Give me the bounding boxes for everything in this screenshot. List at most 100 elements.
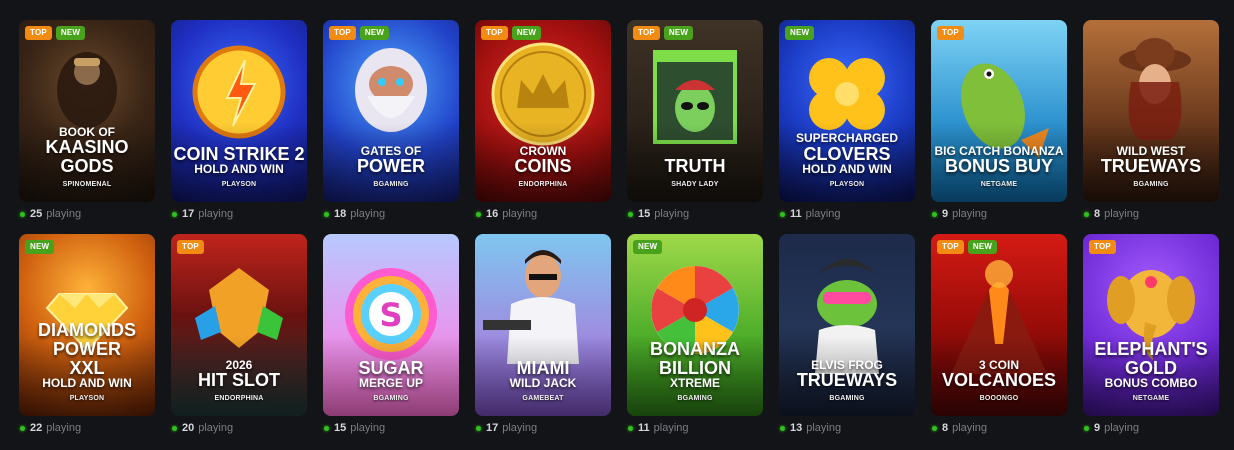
game-tile-elephants-gold[interactable]: TOP ELEPHANT'S GOLD BONUS COMBO NETGAME 9 play… [1083, 234, 1219, 448]
game-title-line: BILLION [659, 357, 731, 378]
game-card-thumbnail[interactable]: TOP NEW CROWN COINS ENDORPHINA [475, 20, 611, 202]
badge-group: TOP [937, 26, 964, 40]
game-title-line: XTREME [669, 376, 720, 391]
game-title-line: TRUTH [664, 156, 726, 177]
game-tile-bonanza-billion-xtreme[interactable]: NEW BONANZA BILLION XTREME BGAMING 11 playing [627, 234, 763, 448]
game-card-thumbnail[interactable]: NEW DIAMONDS POWER XXL HOLD AND WIN PLAYSON [19, 234, 155, 416]
top-badge: TOP [25, 26, 52, 40]
game-card-thumbnail[interactable]: TOP NEW TRUTH SHADY LADY [627, 20, 763, 202]
game-tile-book-of-kaasino-gods[interactable]: TOP NEW BOOK OF KAASINO GODS SPINOMENAL 25 play… [19, 20, 155, 234]
playing-label: playing [1104, 208, 1139, 220]
players-online: 13 playing [780, 422, 841, 434]
game-title-line: TRUEWAYS [1100, 156, 1202, 177]
provider-name: BGAMING [1133, 181, 1169, 188]
game-title-line: BONUS COMBO [1104, 376, 1198, 391]
new-badge: NEW [967, 240, 998, 254]
player-count: 11 [638, 422, 650, 434]
new-badge: NEW [55, 26, 86, 40]
game-tile-2026-hit-slot[interactable]: TOP 2026 HIT SLOT ENDORPHINA 20 playing [171, 234, 307, 448]
game-title-line: POWER [52, 338, 121, 359]
provider-name: NETGAME [1132, 395, 1170, 402]
provider-name: PLAYSON [69, 395, 105, 402]
provider-name: BGAMING [677, 395, 713, 402]
player-count: 17 [182, 208, 195, 220]
game-title-line: HOLD AND WIN [42, 376, 132, 391]
new-badge: NEW [359, 26, 390, 40]
playing-label: playing [198, 208, 234, 220]
game-card-thumbnail[interactable]: TOP ELEPHANT'S GOLD BONUS COMBO NETGAME [1083, 234, 1219, 416]
game-tile-gates-of-power[interactable]: TOP NEW GATES OF POWER BGAMING 18 playing [323, 20, 459, 234]
game-title-line: VOLCANOES [941, 370, 1056, 391]
game-card-thumbnail[interactable]: ELVIS FROG TRUEWAYS BGAMING [779, 234, 915, 416]
provider-name: PLAYSON [221, 181, 257, 188]
players-online: 17 playing [172, 208, 233, 220]
game-card-thumbnail[interactable]: MIAMI WILD JACK GAMEBEAT [475, 234, 611, 416]
game-card-thumbnail[interactable]: S SUGAR MERGE UP BGAMING [323, 234, 459, 416]
game-title-block: CROWN COINS ENDORPHINA [475, 144, 611, 202]
online-dot-icon [780, 425, 785, 431]
game-card-thumbnail[interactable]: TOP NEW GATES OF POWER BGAMING [323, 20, 459, 202]
game-title-block: WILD WEST TRUEWAYS BGAMING [1083, 144, 1219, 202]
players-online: 17 playing [476, 422, 537, 434]
badge-group: NEW [25, 240, 55, 254]
provider-name: ENDORPHINA [214, 395, 264, 402]
game-title-block: MIAMI WILD JACK GAMEBEAT [475, 358, 611, 416]
game-title-line: BONUS BUY [944, 156, 1053, 177]
game-card-thumbnail[interactable]: WILD WEST TRUEWAYS BGAMING [1083, 20, 1219, 202]
game-card-thumbnail[interactable]: TOP NEW 3 COIN VOLCANOES BOOONGO [931, 234, 1067, 416]
game-title-line: COINS [514, 156, 572, 177]
online-dot-icon [1084, 211, 1089, 217]
online-dot-icon [476, 425, 481, 431]
game-title-block: BONANZA BILLION XTREME BGAMING [627, 339, 763, 416]
online-dot-icon [172, 425, 177, 431]
game-tile-big-catch-bonanza[interactable]: TOP BIG CATCH BONANZA BONUS BUY NETGAME 9 pla… [931, 20, 1067, 234]
online-dot-icon [324, 425, 329, 431]
player-count: 18 [334, 208, 347, 220]
game-tile-sugar-merge-up[interactable]: S SUGAR MERGE UP BGAMING 15 playing [323, 234, 459, 448]
online-dot-icon [628, 425, 633, 431]
game-title-line: XXL [69, 357, 105, 378]
online-dot-icon [20, 425, 25, 431]
game-title-block: COIN STRIKE 2 HOLD AND WIN PLAYSON [171, 144, 307, 202]
playing-label: playing [952, 208, 987, 220]
top-badge: TOP [481, 26, 508, 40]
players-online: 9 playing [932, 208, 987, 220]
online-dot-icon [476, 211, 481, 217]
game-card-thumbnail[interactable]: TOP NEW BOOK OF KAASINO GODS SPINOMENAL [19, 20, 155, 202]
provider-name: BGAMING [829, 395, 865, 402]
game-title-block: BIG CATCH BONANZA BONUS BUY NETGAME [931, 144, 1067, 202]
game-card-thumbnail[interactable]: TOP BIG CATCH BONANZA BONUS BUY NETGAME [931, 20, 1067, 202]
game-title-block: GATES OF POWER BGAMING [323, 144, 459, 202]
game-card-thumbnail[interactable]: TOP 2026 HIT SLOT ENDORPHINA [171, 234, 307, 416]
game-title-block: ELEPHANT'S GOLD BONUS COMBO NETGAME [1083, 339, 1219, 416]
game-tile-truth[interactable]: TOP NEW TRUTH SHADY LADY 15 playing [627, 20, 763, 234]
provider-name: BOOONGO [979, 395, 1019, 402]
badge-group: TOP NEW [937, 240, 998, 254]
players-online: 8 playing [1084, 208, 1139, 220]
game-tile-diamonds-power-xxl[interactable]: NEW DIAMONDS POWER XXL HOLD AND WIN PLAYSON 22… [19, 234, 155, 448]
provider-name: BGAMING [373, 395, 409, 402]
online-dot-icon [324, 211, 329, 217]
game-card-thumbnail[interactable]: NEW BONANZA BILLION XTREME BGAMING [627, 234, 763, 416]
game-title-line: DIAMONDS [38, 319, 136, 340]
game-card-thumbnail[interactable]: NEW SUPERCHARGED CLOVERS HOLD AND WIN PLAYSO… [779, 20, 915, 202]
players-online: 11 playing [628, 422, 689, 434]
player-count: 15 [638, 208, 651, 220]
game-tile-coin-strike-2[interactable]: COIN STRIKE 2 HOLD AND WIN PLAYSON 17 playin… [171, 20, 307, 234]
game-tile-miami-wild-jack[interactable]: MIAMI WILD JACK GAMEBEAT 17 playing [475, 234, 611, 448]
game-title-block: 2026 HIT SLOT ENDORPHINA [171, 358, 307, 416]
playing-label: playing [350, 208, 386, 220]
provider-name: SHADY LADY [671, 181, 719, 188]
game-tile-3-coin-volcanoes[interactable]: TOP NEW 3 COIN VOLCANOES BOOONGO 8 playing [931, 234, 1067, 448]
players-online: 15 playing [324, 422, 385, 434]
game-tile-crown-coins[interactable]: TOP NEW CROWN COINS ENDORPHINA 16 playing [475, 20, 611, 234]
new-badge: NEW [663, 26, 694, 40]
game-tile-wild-west-trueways[interactable]: WILD WEST TRUEWAYS BGAMING 8 playing [1083, 20, 1219, 234]
player-count: 13 [790, 422, 803, 434]
game-card-thumbnail[interactable]: COIN STRIKE 2 HOLD AND WIN PLAYSON [171, 20, 307, 202]
player-count: 22 [30, 422, 43, 434]
game-tile-elvis-frog-trueways[interactable]: ELVIS FROG TRUEWAYS BGAMING 13 playing [779, 234, 915, 448]
top-badge: TOP [937, 26, 964, 40]
game-tile-supercharged-clovers[interactable]: NEW SUPERCHARGED CLOVERS HOLD AND WIN PLAYSO… [779, 20, 915, 234]
playing-label: playing [952, 422, 987, 434]
